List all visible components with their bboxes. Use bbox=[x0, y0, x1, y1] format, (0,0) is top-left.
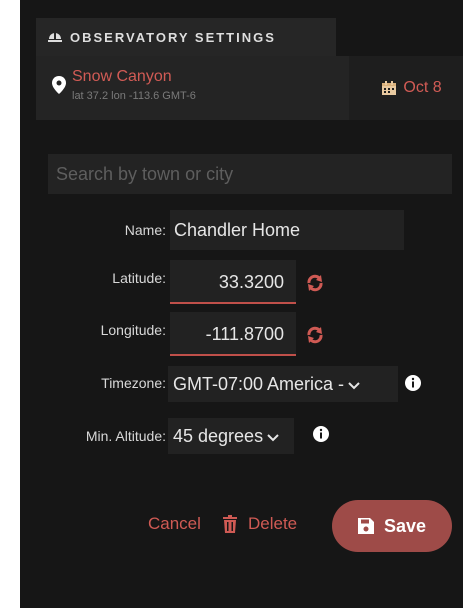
timezone-select[interactable]: GMT-07:00 America - bbox=[168, 366, 398, 402]
observatory-settings-panel: OBSERVATORY SETTINGS Snow Canyon lat 37.… bbox=[20, 0, 463, 608]
refresh-latitude-icon[interactable] bbox=[306, 274, 324, 292]
chevron-down-icon bbox=[267, 434, 279, 442]
cancel-button[interactable]: Cancel bbox=[148, 514, 201, 534]
selected-date: Oct 8 bbox=[403, 79, 442, 96]
timezone-value: GMT-07:00 America - bbox=[173, 374, 345, 394]
location-pin-icon bbox=[52, 76, 66, 94]
latitude-label: Latitude: bbox=[112, 270, 166, 286]
min-altitude-select[interactable]: 45 degrees bbox=[168, 418, 294, 454]
location-coordinates: lat 37.2 lon -113.6 GMT-6 bbox=[72, 90, 196, 102]
min-altitude-label: Min. Altitude: bbox=[85, 428, 166, 444]
timezone-label: Timezone: bbox=[101, 375, 166, 391]
date-selector[interactable]: Oct 8 bbox=[349, 56, 463, 120]
save-label: Save bbox=[383, 515, 427, 536]
refresh-longitude-icon[interactable] bbox=[306, 326, 324, 344]
observatory-dome-icon bbox=[48, 33, 62, 42]
delete-label: Delete bbox=[248, 514, 298, 533]
save-button[interactable]: Save bbox=[332, 500, 452, 552]
name-label: Name: bbox=[124, 222, 166, 238]
latitude-input[interactable]: 33.3200 bbox=[170, 260, 296, 304]
location-row: Snow Canyon lat 37.2 lon -113.6 GMT-6 Oc… bbox=[36, 56, 463, 120]
settings-title: OBSERVATORY SETTINGS bbox=[70, 29, 276, 45]
timezone-info-icon[interactable] bbox=[404, 374, 422, 392]
location-search-input[interactable] bbox=[48, 154, 452, 194]
name-input[interactable]: Chandler Home bbox=[170, 210, 404, 250]
current-location[interactable]: Snow Canyon lat 37.2 lon -113.6 GMT-6 bbox=[36, 56, 346, 120]
calendar-icon bbox=[382, 81, 397, 95]
min-altitude-info-icon[interactable] bbox=[312, 425, 330, 443]
chevron-down-icon bbox=[348, 382, 360, 390]
location-name: Snow Canyon bbox=[72, 68, 172, 85]
min-altitude-value: 45 degrees bbox=[173, 426, 264, 446]
save-disk-icon bbox=[357, 518, 374, 534]
settings-header: OBSERVATORY SETTINGS bbox=[36, 18, 336, 56]
trash-icon bbox=[223, 515, 237, 533]
longitude-input[interactable]: -111.8700 bbox=[170, 312, 296, 356]
delete-button[interactable]: Delete bbox=[222, 510, 297, 538]
longitude-label: Longitude: bbox=[100, 322, 166, 338]
